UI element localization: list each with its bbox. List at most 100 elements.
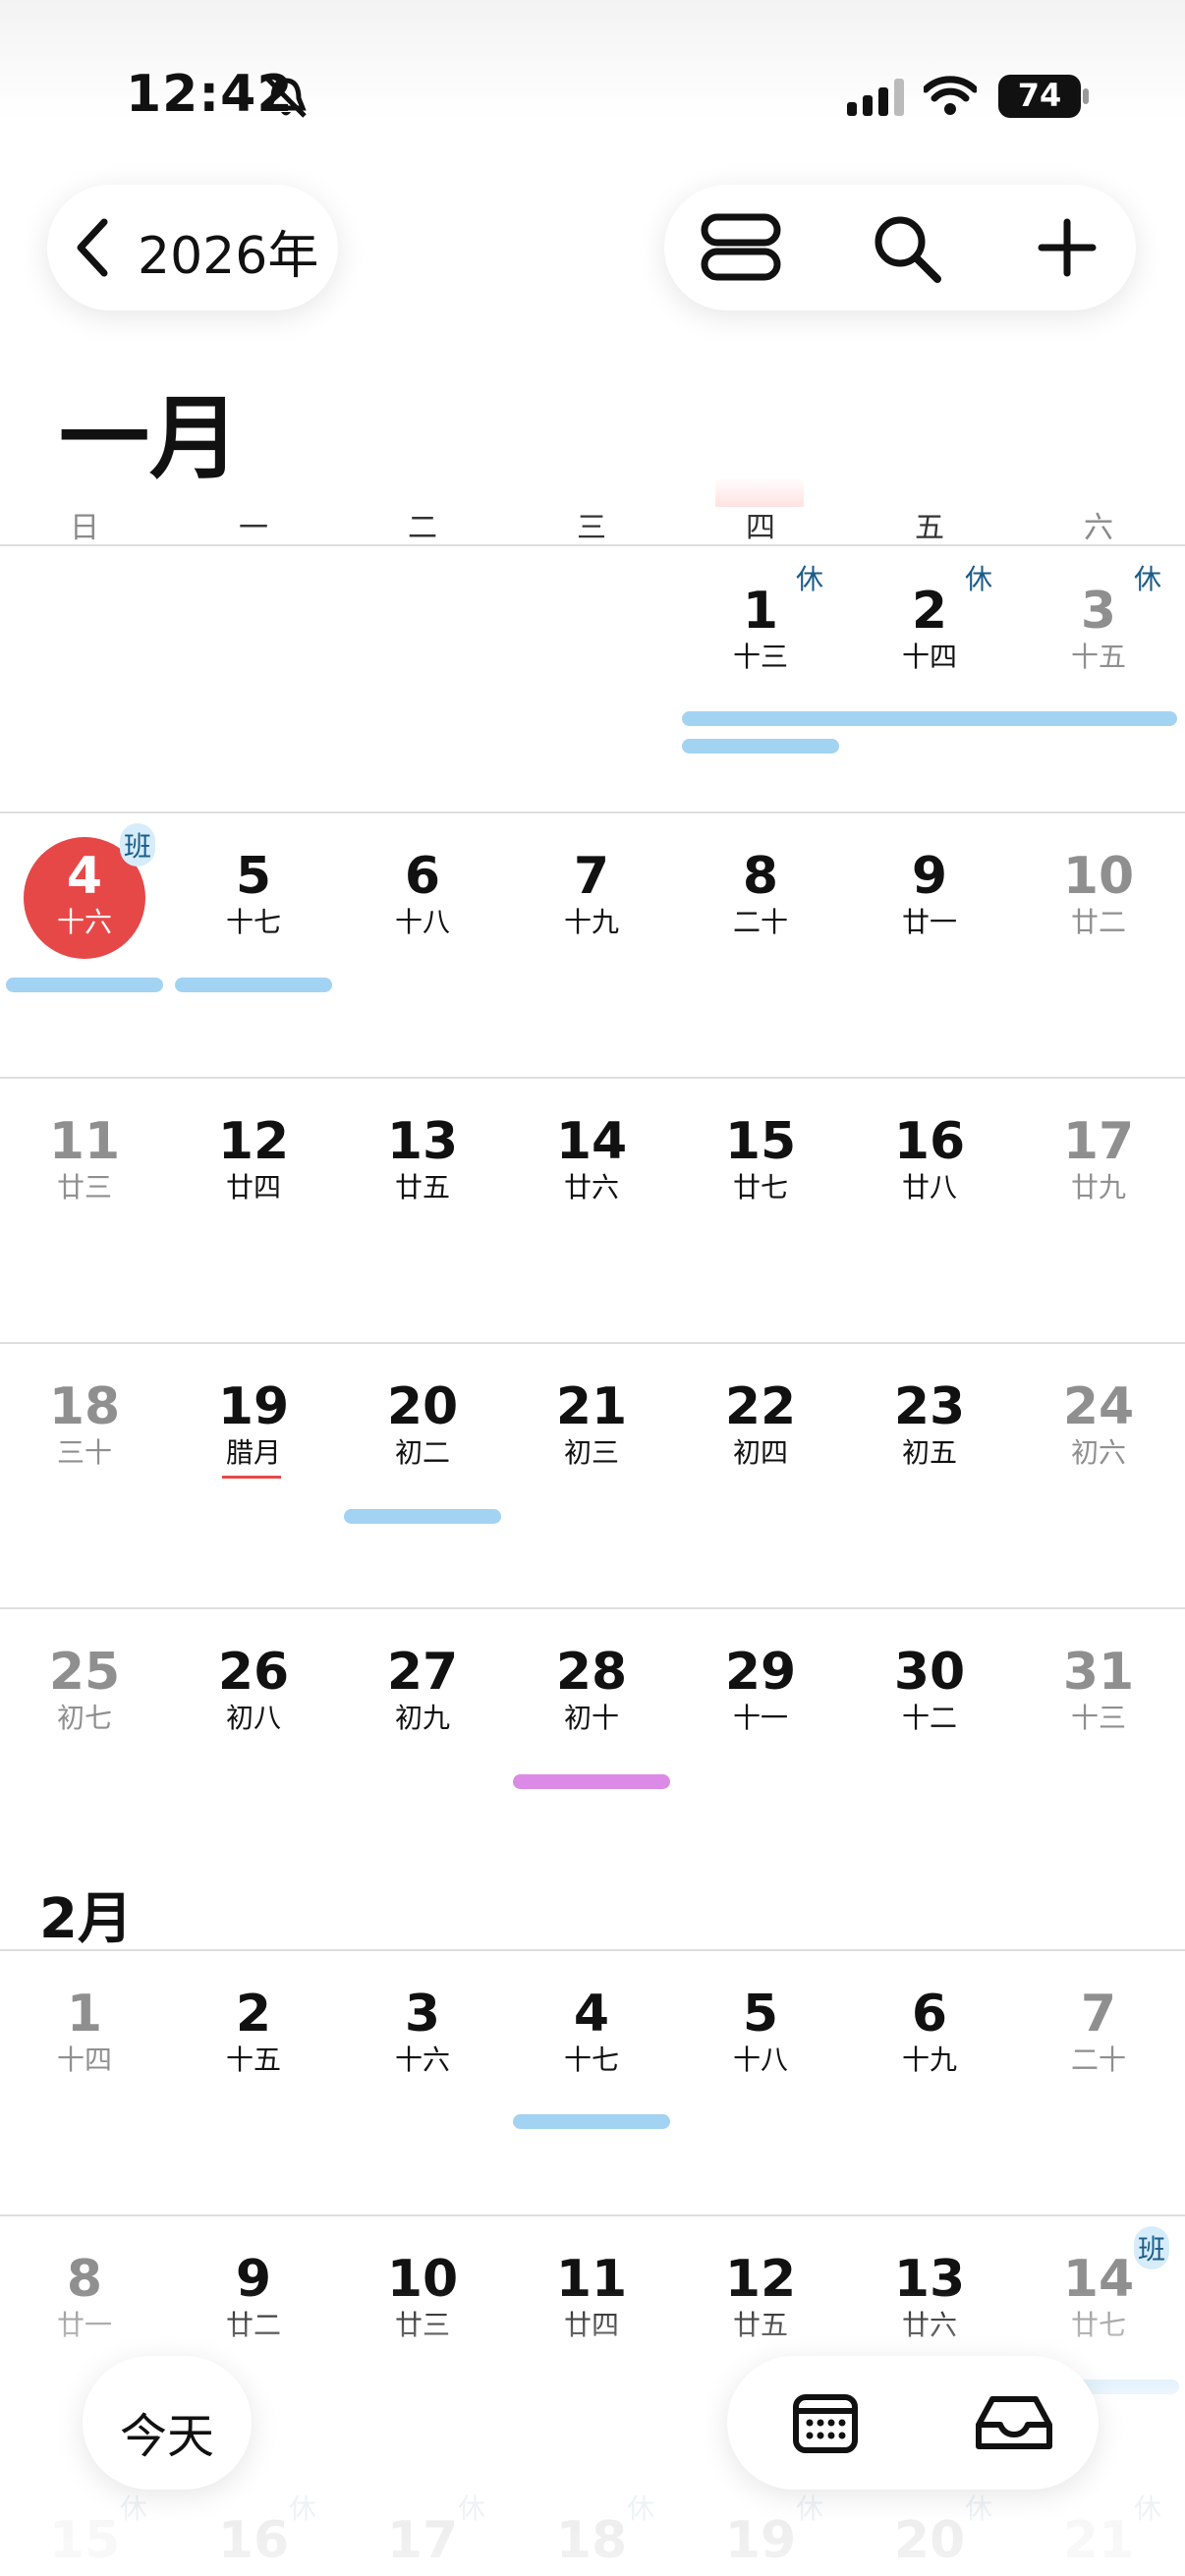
event-bar[interactable] [6, 978, 163, 992]
day-cell[interactable]: 15 廿七 [676, 1112, 845, 1204]
year-label: 2026年 [138, 227, 319, 286]
holiday-badge: 休 [965, 563, 993, 595]
day-cell[interactable]: 19 腊月 [169, 1377, 338, 1470]
day-cell[interactable]: 31 十三 [1014, 1643, 1183, 1735]
holiday-badge: 休 [796, 563, 824, 595]
lunar-date: 初八 [225, 1702, 281, 1734]
calendar-list-icon[interactable] [792, 2391, 859, 2454]
day-cell[interactable]: 7 十九 [507, 847, 676, 939]
week-divider [0, 1607, 1185, 1609]
lunar-date: 廿三 [56, 1171, 112, 1204]
holiday-badge: 休 [1134, 563, 1162, 595]
day-cell[interactable]: 4 十七 [507, 1985, 676, 2077]
day-number: 30 [893, 1643, 966, 1702]
day-cell[interactable]: 30 十二 [845, 1643, 1014, 1735]
day-cell[interactable]: 29 十一 [676, 1643, 845, 1735]
day-cell[interactable]: 28 初十 [507, 1643, 676, 1735]
event-bar[interactable] [513, 1774, 670, 1789]
back-to-year-button[interactable]: 2026年 [47, 185, 338, 310]
day-cell[interactable]: 3 十六 [338, 1985, 507, 2077]
weekday-sat: 六 [1084, 511, 1113, 545]
lunar-date: 初五 [901, 1436, 957, 1469]
day-cell[interactable]: 5 十七 [169, 847, 338, 939]
month-title: 一月 [59, 386, 241, 491]
lunar-date: 十二 [901, 1702, 957, 1734]
day-cell[interactable]: 11 廿三 [0, 1112, 169, 1204]
lunar-date: 腊月 [225, 1436, 281, 1469]
lunar-date: 十六 [394, 2044, 450, 2076]
event-bar[interactable] [682, 739, 839, 754]
lunar-date: 十九 [563, 906, 619, 938]
day-cell[interactable]: 17 廿九 [1014, 1112, 1183, 1204]
day-cell[interactable]: 6 十九 [845, 1985, 1014, 2077]
lunar-date: 初七 [56, 1702, 112, 1734]
lunar-date: 廿二 [1070, 906, 1126, 938]
day-cell[interactable]: 10 廿二 [1014, 847, 1183, 939]
day-cell[interactable]: 25 初七 [0, 1643, 169, 1735]
silent-bell-icon [265, 77, 307, 118]
lunar-date: 十一 [732, 1702, 788, 1734]
day-number: 7 [1080, 1985, 1117, 2044]
day-cell[interactable]: 5 十八 [676, 1985, 845, 2077]
day-number: 25 [48, 1643, 121, 1702]
day-cell[interactable]: 20 初二 [338, 1377, 507, 1470]
add-event-icon[interactable] [1038, 218, 1097, 277]
event-bar[interactable] [513, 2114, 670, 2129]
day-number: 31 [1062, 1643, 1135, 1702]
event-bar[interactable] [682, 711, 1177, 726]
day-cell[interactable]: 23 初五 [845, 1377, 1014, 1470]
week-divider [0, 812, 1185, 813]
day-cell[interactable]: 27 初九 [338, 1643, 507, 1735]
today-button[interactable]: 今天 [83, 2356, 252, 2490]
day-cell[interactable]: 13 廿五 [338, 1112, 507, 1204]
day-cell[interactable]: 16 廿八 [845, 1112, 1014, 1204]
day-cell[interactable]: 18 三十 [0, 1377, 169, 1470]
day-cell[interactable]: 2 十五 [169, 1985, 338, 2077]
day-number: 5 [235, 847, 272, 906]
view-toggle-icon[interactable] [700, 212, 782, 283]
lunar-date: 廿七 [732, 1171, 788, 1204]
lunar-date: 廿五 [394, 1171, 450, 1204]
search-icon[interactable] [873, 214, 943, 285]
weekday-mon: 一 [239, 511, 268, 545]
event-bar[interactable] [175, 978, 332, 992]
day-cell[interactable]: 26 初八 [169, 1643, 338, 1735]
lunar-date: 十四 [56, 2044, 112, 2076]
lunar-month-underline [222, 1476, 281, 1479]
lunar-date: 初九 [394, 1702, 450, 1734]
lunar-date: 廿九 [1070, 1171, 1126, 1204]
lunar-date: 十七 [563, 2044, 619, 2076]
day-number: 29 [724, 1643, 797, 1702]
day-number: 5 [742, 1985, 779, 2044]
lunar-date: 十八 [732, 2044, 788, 2076]
day-cell[interactable]: 8 二十 [676, 847, 845, 939]
lunar-date: 十五 [225, 2044, 281, 2076]
day-cell[interactable]: 1 十四 [0, 1985, 169, 2077]
event-bar[interactable] [344, 1509, 501, 1524]
workday-badge: 班 [1134, 2226, 1170, 2269]
lunar-date: 初十 [563, 1702, 619, 1734]
day-cell[interactable]: 14 廿六 [507, 1112, 676, 1204]
weekday-wed: 三 [577, 511, 606, 545]
day-cell[interactable]: 6 十八 [338, 847, 507, 939]
day-cell[interactable]: 22 初四 [676, 1377, 845, 1470]
day-cell[interactable]: 21 初三 [507, 1377, 676, 1470]
day-cell[interactable]: 24 初六 [1014, 1377, 1183, 1470]
february-title: 2月 [39, 1887, 133, 1951]
lunar-date: 廿一 [901, 906, 957, 938]
inbox-icon[interactable] [975, 2393, 1053, 2452]
day-number: 4 [573, 1985, 610, 2044]
day-number: 19 [217, 1377, 290, 1436]
battery-tip [1083, 88, 1089, 104]
day-number: 27 [386, 1643, 459, 1702]
day-cell[interactable]: 7 二十 [1014, 1985, 1183, 2077]
day-cell[interactable]: 12 廿四 [169, 1112, 338, 1204]
lunar-date: 廿四 [225, 1171, 281, 1204]
day-cell[interactable]: 9 廿一 [845, 847, 1014, 939]
today-button-label: 今天 [119, 2409, 214, 2464]
day-number: 21 [555, 1377, 628, 1436]
day-number: 8 [742, 847, 779, 906]
lunar-date: 三十 [56, 1436, 112, 1469]
lunar-date: 初四 [732, 1436, 788, 1469]
day-number: 11 [48, 1112, 121, 1171]
